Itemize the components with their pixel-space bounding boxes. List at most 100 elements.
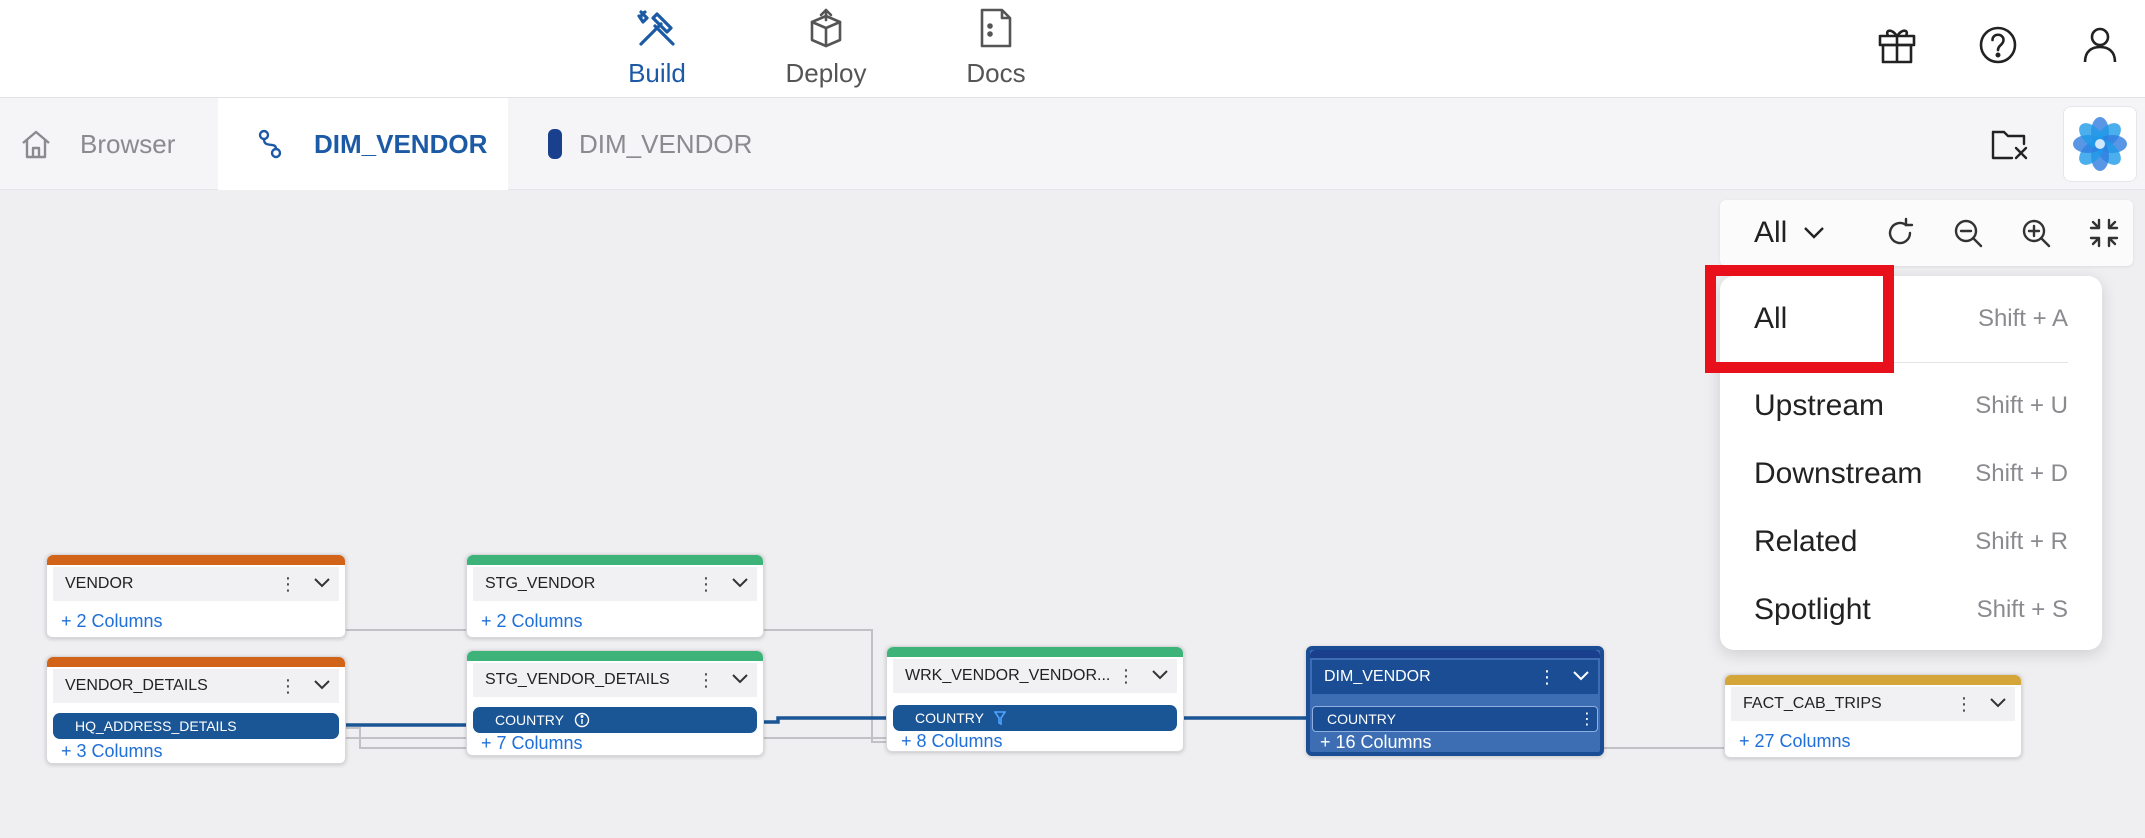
editor-tab-bar: Browser DIM_VENDOR DIM_VENDOR: [0, 98, 2145, 190]
node-wrk-vendor[interactable]: WRK_VENDOR_VENDOR... ⋮ COUNTRY + 8 Colum…: [886, 646, 1184, 752]
folder-close-icon[interactable]: [1990, 124, 2030, 164]
column-pill[interactable]: COUNTRY: [893, 705, 1177, 731]
filter-funnel-icon: [993, 711, 1006, 725]
more-options-icon[interactable]: ⋮: [1947, 694, 1981, 715]
node-name: STG_VENDOR_DETAILS: [485, 671, 670, 688]
zoom-in-icon[interactable]: [2019, 216, 2053, 250]
menu-item-spotlight[interactable]: Spotlight Shift + S: [1720, 576, 2102, 644]
more-columns-link[interactable]: + 8 Columns: [901, 731, 1003, 752]
node-source-stripe: [47, 555, 345, 565]
gift-icon[interactable]: [1874, 22, 1920, 68]
document-icon: [980, 8, 1012, 48]
node-name: FACT_CAB_TRIPS: [1743, 695, 1882, 712]
node-name: STG_VENDOR: [485, 575, 596, 592]
node-header: WRK_VENDOR_VENDOR... ⋮: [893, 659, 1177, 693]
more-columns-link[interactable]: + 27 Columns: [1739, 731, 1851, 752]
node-header: STG_VENDOR ⋮: [473, 567, 757, 601]
more-columns-link[interactable]: + 2 Columns: [61, 611, 163, 632]
tab-browser[interactable]: Browser: [0, 98, 218, 190]
tab-browser-label: Browser: [80, 128, 176, 159]
tab-dim-vendor-table-label: DIM_VENDOR: [579, 128, 753, 159]
fit-screen-icon[interactable]: [2087, 216, 2121, 250]
menu-item-shortcut: Shift + S: [1976, 596, 2068, 623]
refresh-icon[interactable]: [1883, 216, 1917, 250]
menu-item-shortcut: Shift + A: [1977, 305, 2068, 332]
node-fact-stripe: [1725, 675, 2021, 685]
more-columns-link[interactable]: + 2 Columns: [481, 611, 583, 632]
column-pill[interactable]: HQ_ADDRESS_DETAILS: [53, 713, 339, 739]
node-name: VENDOR_DETAILS: [65, 677, 208, 694]
node-vendor[interactable]: VENDOR ⋮ + 2 Columns: [46, 554, 346, 638]
more-columns-link[interactable]: + 7 Columns: [481, 733, 583, 754]
node-name: DIM_VENDOR: [1324, 668, 1431, 685]
menu-item-label: Upstream: [1754, 389, 1885, 422]
help-icon[interactable]: [1975, 22, 2021, 68]
more-options-icon[interactable]: ⋮: [271, 574, 305, 595]
menu-item-upstream[interactable]: Upstream Shift + U: [1720, 372, 2102, 440]
flower-logo-icon: [2073, 117, 2127, 171]
tab-dim-vendor-table[interactable]: DIM_VENDOR: [545, 98, 805, 190]
home-icon: [18, 126, 54, 162]
nav-tab-build-label: Build: [628, 58, 686, 88]
app-logo[interactable]: [2063, 106, 2137, 182]
node-stage-stripe: [887, 647, 1183, 657]
chevron-down-icon[interactable]: [305, 575, 339, 593]
node-vendor-details[interactable]: VENDOR_DETAILS ⋮ HQ_ADDRESS_DETAILS + 3 …: [46, 656, 346, 764]
node-fact-cab-trips[interactable]: FACT_CAB_TRIPS ⋮ + 27 Columns: [1724, 674, 2022, 758]
node-stage-stripe: [467, 555, 763, 565]
node-stg-vendor[interactable]: STG_VENDOR ⋮ + 2 Columns: [466, 554, 764, 638]
node-header: VENDOR ⋮: [53, 567, 339, 601]
chevron-down-icon[interactable]: [723, 575, 757, 593]
chevron-down-icon[interactable]: [1143, 667, 1177, 685]
hammer-wrench-icon: [637, 10, 675, 46]
chevron-down-icon[interactable]: [1981, 695, 2015, 713]
column-pill[interactable]: COUNTRY ⋮: [1312, 706, 1598, 732]
column-pill-label: COUNTRY: [495, 712, 564, 728]
more-options-icon[interactable]: ⋮: [1577, 709, 1597, 729]
node-stg-vendor-details[interactable]: STG_VENDOR_DETAILS ⋮ COUNTRY + 7 Columns: [466, 650, 764, 756]
info-icon[interactable]: [574, 712, 590, 728]
more-options-icon[interactable]: ⋮: [271, 676, 305, 697]
edge-stg-vendor-wrk: [764, 629, 886, 743]
chevron-down-icon[interactable]: [1564, 668, 1598, 686]
menu-item-shortcut: Shift + R: [1975, 528, 2068, 555]
nav-tab-deploy[interactable]: Deploy: [766, 6, 886, 92]
highlight-box: [1705, 265, 1894, 373]
edge-country-2: [764, 716, 886, 724]
nav-tab-build[interactable]: Build: [597, 6, 717, 92]
menu-item-related[interactable]: Related Shift + R: [1720, 508, 2102, 576]
nav-tab-deploy-label: Deploy: [785, 58, 867, 88]
node-header: VENDOR_DETAILS ⋮: [53, 669, 339, 703]
node-header: DIM_VENDOR ⋮: [1312, 660, 1598, 694]
more-columns-link[interactable]: + 3 Columns: [61, 741, 163, 762]
tab-dim-vendor-lineage[interactable]: DIM_VENDOR: [218, 98, 508, 190]
menu-item-label: Related: [1754, 525, 1858, 558]
node-stage-stripe: [467, 651, 763, 661]
nav-tab-docs-label: Docs: [966, 58, 1026, 88]
menu-item-shortcut: Shift + U: [1975, 392, 2068, 419]
more-options-icon[interactable]: ⋮: [1530, 667, 1564, 688]
column-pill-label: COUNTRY: [915, 710, 984, 726]
node-name: WRK_VENDOR_VENDOR...: [905, 667, 1109, 684]
nav-tab-docs[interactable]: Docs: [936, 6, 1056, 92]
menu-item-label: Spotlight: [1754, 593, 1871, 626]
menu-item-label: Downstream: [1754, 457, 1923, 490]
node-header: STG_VENDOR_DETAILS ⋮: [473, 663, 757, 697]
more-columns-link[interactable]: + 16 Columns: [1320, 732, 1432, 753]
more-options-icon[interactable]: ⋮: [689, 670, 723, 691]
box-upload-icon: [810, 8, 842, 48]
user-icon[interactable]: [2077, 22, 2123, 68]
tab-dim-vendor-lineage-label: DIM_VENDOR: [314, 128, 488, 159]
menu-item-downstream[interactable]: Downstream Shift + D: [1720, 440, 2102, 508]
column-pill-label: COUNTRY: [1327, 711, 1396, 727]
column-pill[interactable]: COUNTRY: [473, 707, 757, 733]
more-options-icon[interactable]: ⋮: [689, 574, 723, 595]
lineage-filter-select[interactable]: All: [1754, 216, 1825, 250]
chevron-down-icon[interactable]: [305, 677, 339, 695]
zoom-out-icon[interactable]: [1951, 216, 1985, 250]
lineage-filter-value: All: [1754, 216, 1788, 249]
chevron-down-icon[interactable]: [723, 671, 757, 689]
node-name: VENDOR: [65, 575, 134, 592]
node-dim-vendor-selected[interactable]: DIM_VENDOR ⋮ COUNTRY ⋮ + 16 Columns: [1306, 646, 1604, 756]
more-options-icon[interactable]: ⋮: [1109, 666, 1143, 687]
